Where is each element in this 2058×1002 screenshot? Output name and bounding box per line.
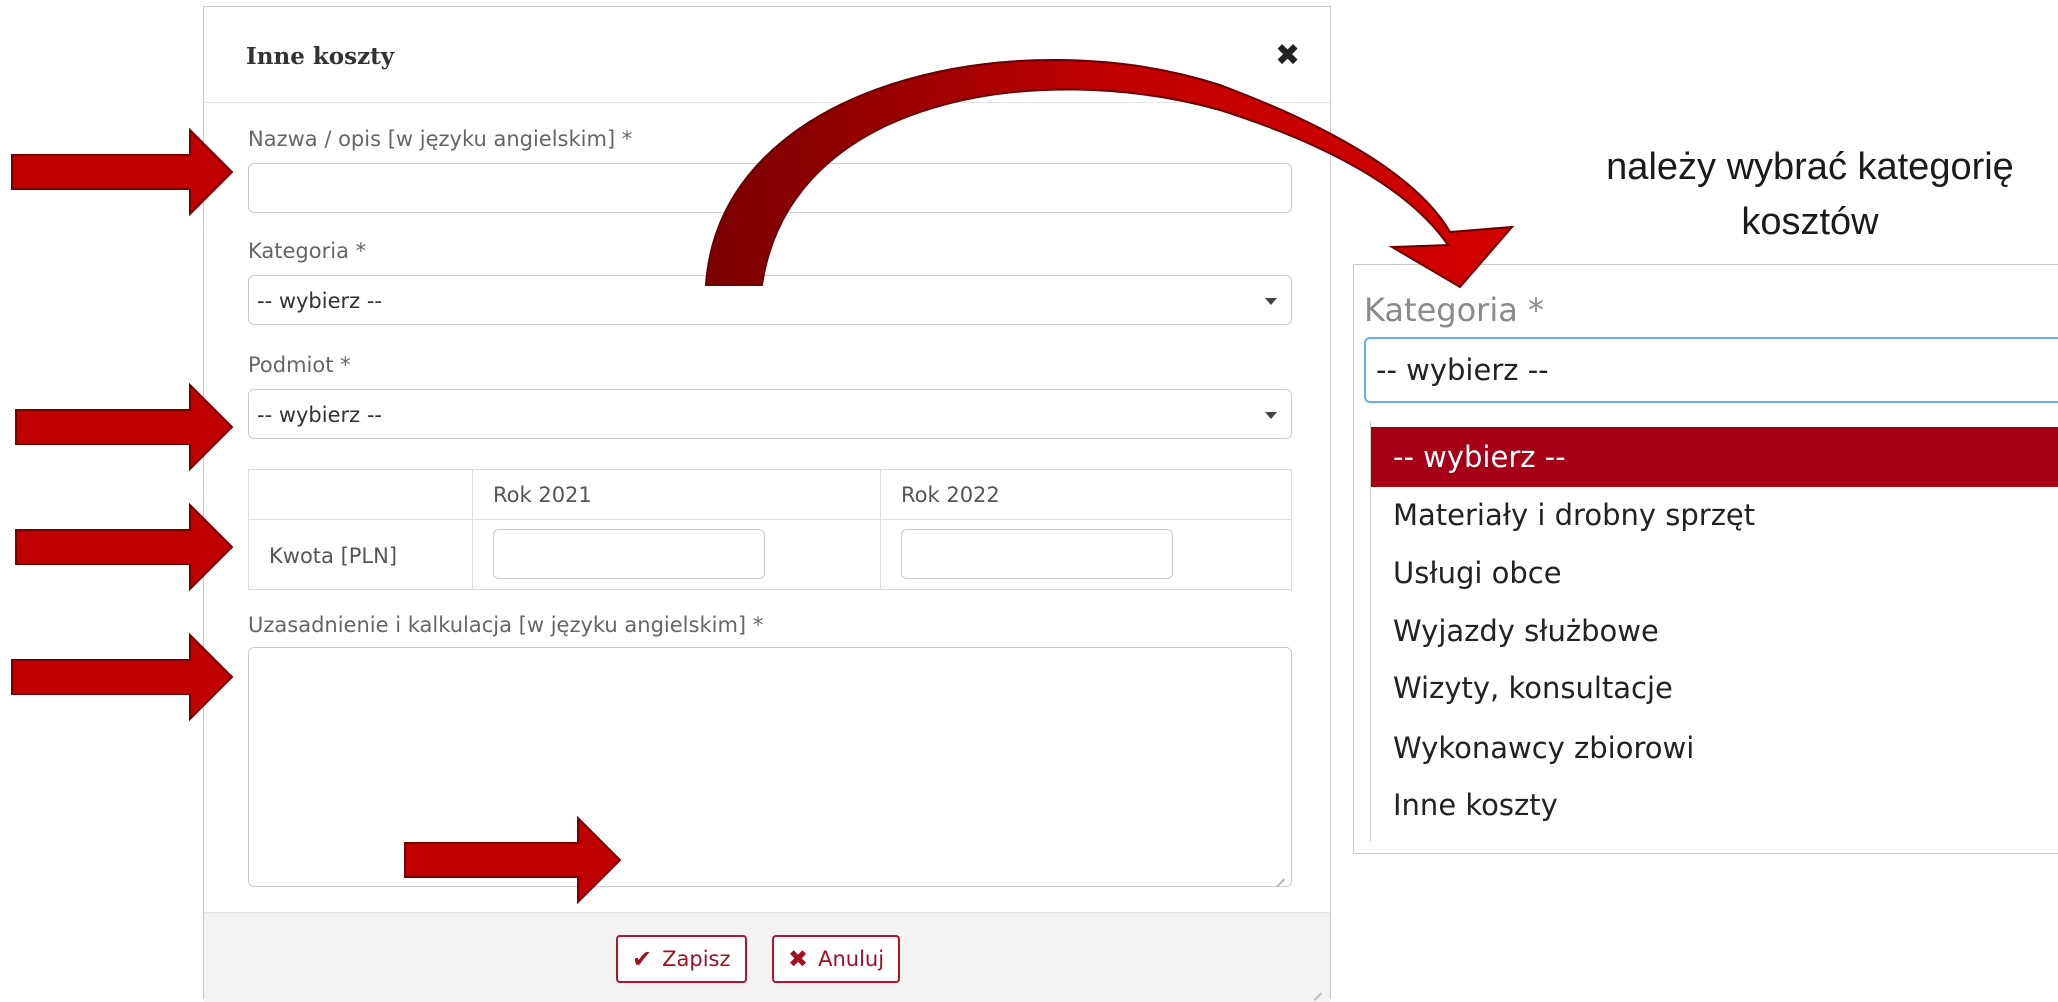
arrow-right-icon — [11, 127, 234, 217]
annotation-arrows — [11, 58, 1515, 905]
arrow-right-icon — [15, 502, 234, 592]
curved-arrow-icon — [704, 58, 1515, 289]
arrow-right-icon — [15, 382, 234, 472]
arrow-right-icon — [404, 815, 622, 905]
arrow-right-icon — [11, 632, 234, 722]
